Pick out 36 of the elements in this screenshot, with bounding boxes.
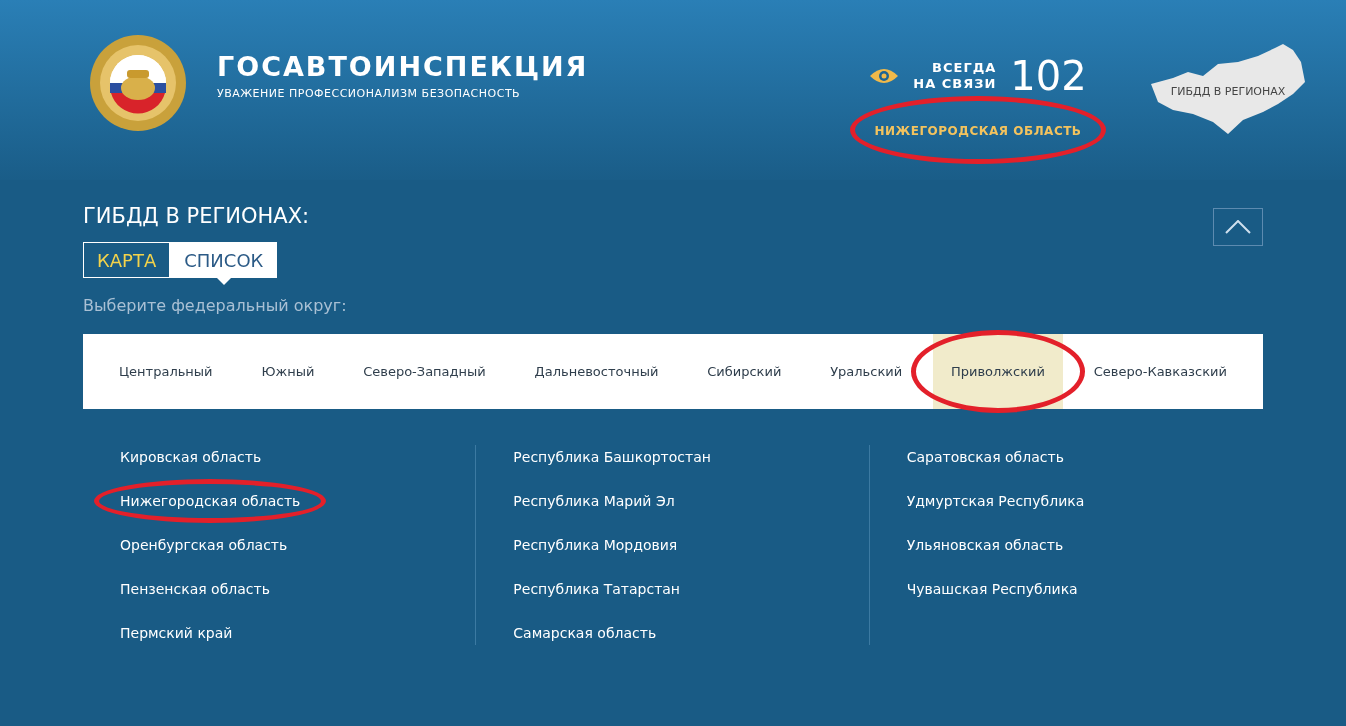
district-prompt: Выберите федеральный округ: <box>83 295 348 317</box>
hotline-label: ВСЕГДА <box>932 60 997 76</box>
district-tab[interactable]: Северо-Западный <box>345 334 504 409</box>
region-link[interactable]: Удмуртская Республика <box>906 493 1085 509</box>
section-title: ГИБДД В РЕГИОНАХ: <box>83 204 310 228</box>
district-tab[interactable]: Южный <box>243 334 333 409</box>
hotline-label: НА СВЯЗИ <box>913 76 997 92</box>
map-link-label: ГИБДД В РЕГИОНАХ <box>1170 83 1286 100</box>
site-slogan: УВАЖЕНИЕ ПРОФЕССИОНАЛИЗМ БЕЗОПАСНОСТЬ <box>217 86 522 102</box>
region-link[interactable]: Самарская область <box>513 625 657 641</box>
current-region-link[interactable]: НИЖЕГОРОДСКАЯ ОБЛАСТЬ <box>874 124 1082 138</box>
region-link[interactable]: Республика Татарстан <box>513 581 681 597</box>
region-link[interactable]: Пермский край <box>120 625 233 641</box>
district-tab[interactable]: Северо-Кавказский <box>1075 334 1245 409</box>
district-tab[interactable]: Дальневосточный <box>516 334 677 409</box>
scroll-up-button[interactable] <box>1213 208 1263 246</box>
region-link[interactable]: Республика Марий Эл <box>513 493 675 509</box>
view-tab[interactable]: КАРТА <box>83 242 171 278</box>
hotline-number: 102 <box>1010 56 1087 96</box>
tab-pointer-icon <box>215 277 232 285</box>
district-tab[interactable]: Сибирский <box>689 334 800 409</box>
region-link[interactable]: Кировская область <box>120 449 262 465</box>
region-link[interactable]: Нижегородская область <box>120 493 301 509</box>
region-link[interactable]: Ульяновская область <box>906 537 1064 553</box>
region-link[interactable]: Пензенская область <box>120 581 270 597</box>
region-link[interactable]: Саратовская область <box>906 449 1064 465</box>
region-link[interactable]: Чувашская Республика <box>906 581 1078 597</box>
district-tab[interactable]: Центральный <box>101 334 231 409</box>
district-tab[interactable]: Приволжский <box>932 334 1063 409</box>
region-link[interactable]: Оренбургская область <box>120 537 288 553</box>
eye-icon <box>869 66 900 86</box>
chevron-up-icon <box>1225 220 1251 234</box>
district-tab[interactable]: Уральский <box>812 334 921 409</box>
region-link[interactable]: Республика Мордовия <box>513 537 678 553</box>
site-title: ГОСАВТОИНСПЕКЦИЯ <box>217 50 589 84</box>
region-link[interactable]: Республика Башкортостан <box>513 449 711 465</box>
